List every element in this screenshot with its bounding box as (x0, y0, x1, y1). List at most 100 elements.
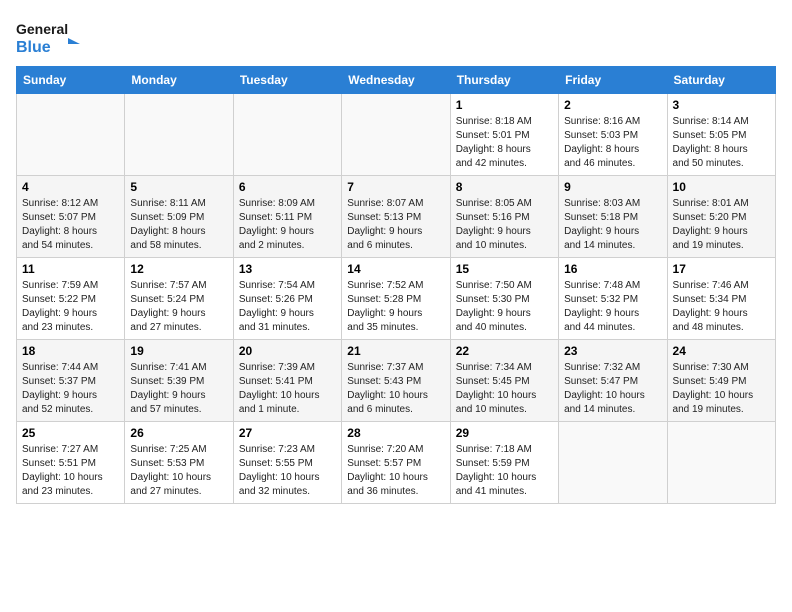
day-info: Sunrise: 7:30 AM Sunset: 5:49 PM Dayligh… (673, 361, 770, 417)
day-number: 17 (673, 262, 770, 276)
day-info: Sunrise: 8:05 AM Sunset: 5:16 PM Dayligh… (456, 197, 553, 253)
day-info: Sunrise: 8:11 AM Sunset: 5:09 PM Dayligh… (130, 197, 227, 253)
day-number: 14 (347, 262, 444, 276)
day-number: 13 (239, 262, 336, 276)
day-info: Sunrise: 7:52 AM Sunset: 5:28 PM Dayligh… (347, 279, 444, 335)
day-number: 8 (456, 180, 553, 194)
weekday-header: Saturday (667, 67, 775, 94)
day-number: 9 (564, 180, 661, 194)
day-info: Sunrise: 7:20 AM Sunset: 5:57 PM Dayligh… (347, 443, 444, 499)
day-number: 29 (456, 426, 553, 440)
calendar-cell (342, 94, 450, 176)
calendar-cell (17, 94, 125, 176)
day-number: 26 (130, 426, 227, 440)
calendar-cell (125, 94, 233, 176)
svg-text:Blue: Blue (16, 39, 51, 56)
calendar-cell: 23 Sunrise: 7:32 AM Sunset: 5:47 PM Dayli… (559, 340, 667, 422)
calendar-cell (233, 94, 341, 176)
day-info: Sunrise: 7:50 AM Sunset: 5:30 PM Dayligh… (456, 279, 553, 335)
day-number: 20 (239, 344, 336, 358)
logo: General Blue (16, 16, 86, 56)
calendar-table: SundayMondayTuesdayWednesdayThursdayFrid… (16, 66, 776, 504)
day-number: 18 (22, 344, 119, 358)
calendar-cell: 26 Sunrise: 7:25 AM Sunset: 5:53 PM Dayli… (125, 422, 233, 504)
day-number: 15 (456, 262, 553, 276)
weekday-header: Friday (559, 67, 667, 94)
day-number: 1 (456, 98, 553, 112)
page-header: General Blue (16, 16, 776, 56)
day-number: 28 (347, 426, 444, 440)
day-number: 7 (347, 180, 444, 194)
day-number: 22 (456, 344, 553, 358)
day-number: 5 (130, 180, 227, 194)
day-info: Sunrise: 7:34 AM Sunset: 5:45 PM Dayligh… (456, 361, 553, 417)
day-info: Sunrise: 7:48 AM Sunset: 5:32 PM Dayligh… (564, 279, 661, 335)
calendar-cell: 10 Sunrise: 8:01 AM Sunset: 5:20 PM Dayli… (667, 176, 775, 258)
weekday-header: Tuesday (233, 67, 341, 94)
day-number: 23 (564, 344, 661, 358)
calendar-cell: 7 Sunrise: 8:07 AM Sunset: 5:13 PM Daylig… (342, 176, 450, 258)
day-info: Sunrise: 8:07 AM Sunset: 5:13 PM Dayligh… (347, 197, 444, 253)
day-info: Sunrise: 8:09 AM Sunset: 5:11 PM Dayligh… (239, 197, 336, 253)
weekday-header: Monday (125, 67, 233, 94)
calendar-week-row: 4Sunrise: 8:12 AM Sunset: 5:07 PM Daylig… (17, 176, 776, 258)
day-number: 25 (22, 426, 119, 440)
day-info: Sunrise: 7:23 AM Sunset: 5:55 PM Dayligh… (239, 443, 336, 499)
day-number: 27 (239, 426, 336, 440)
day-number: 11 (22, 262, 119, 276)
calendar-week-row: 25 Sunrise: 7:27 AM Sunset: 5:51 PM Dayli… (17, 422, 776, 504)
calendar-week-row: 11 Sunrise: 7:59 AM Sunset: 5:22 PM Dayli… (17, 258, 776, 340)
calendar-cell: 27 Sunrise: 7:23 AM Sunset: 5:55 PM Dayli… (233, 422, 341, 504)
calendar-cell: 3Sunrise: 8:14 AM Sunset: 5:05 PM Daylig… (667, 94, 775, 176)
day-number: 24 (673, 344, 770, 358)
calendar-week-row: 18 Sunrise: 7:44 AM Sunset: 5:37 PM Dayli… (17, 340, 776, 422)
calendar-cell: 18 Sunrise: 7:44 AM Sunset: 5:37 PM Dayli… (17, 340, 125, 422)
day-info: Sunrise: 8:18 AM Sunset: 5:01 PM Dayligh… (456, 115, 553, 171)
day-info: Sunrise: 7:32 AM Sunset: 5:47 PM Dayligh… (564, 361, 661, 417)
day-info: Sunrise: 7:44 AM Sunset: 5:37 PM Dayligh… (22, 361, 119, 417)
calendar-week-row: 1 Sunrise: 8:18 AM Sunset: 5:01 PM Daylig… (17, 94, 776, 176)
day-number: 6 (239, 180, 336, 194)
day-info: Sunrise: 7:27 AM Sunset: 5:51 PM Dayligh… (22, 443, 119, 499)
calendar-cell: 2 Sunrise: 8:16 AM Sunset: 5:03 PM Daylig… (559, 94, 667, 176)
weekday-header: Sunday (17, 67, 125, 94)
calendar-cell: 22 Sunrise: 7:34 AM Sunset: 5:45 PM Dayli… (450, 340, 558, 422)
calendar-cell: 14 Sunrise: 7:52 AM Sunset: 5:28 PM Dayli… (342, 258, 450, 340)
day-info: Sunrise: 7:25 AM Sunset: 5:53 PM Dayligh… (130, 443, 227, 499)
day-info: Sunrise: 7:54 AM Sunset: 5:26 PM Dayligh… (239, 279, 336, 335)
calendar-cell: 16 Sunrise: 7:48 AM Sunset: 5:32 PM Dayli… (559, 258, 667, 340)
weekday-header: Wednesday (342, 67, 450, 94)
calendar-cell: 5 Sunrise: 8:11 AM Sunset: 5:09 PM Daylig… (125, 176, 233, 258)
day-number: 12 (130, 262, 227, 276)
calendar-header-row: SundayMondayTuesdayWednesdayThursdayFrid… (17, 67, 776, 94)
calendar-cell: 29 Sunrise: 7:18 AM Sunset: 5:59 PM Dayli… (450, 422, 558, 504)
day-info: Sunrise: 7:18 AM Sunset: 5:59 PM Dayligh… (456, 443, 553, 499)
day-number: 10 (673, 180, 770, 194)
calendar-cell: 28 Sunrise: 7:20 AM Sunset: 5:57 PM Dayli… (342, 422, 450, 504)
day-info: Sunrise: 7:46 AM Sunset: 5:34 PM Dayligh… (673, 279, 770, 335)
calendar-cell (667, 422, 775, 504)
calendar-cell: 20Sunrise: 7:39 AM Sunset: 5:41 PM Dayli… (233, 340, 341, 422)
calendar-cell: 24 Sunrise: 7:30 AM Sunset: 5:49 PM Dayli… (667, 340, 775, 422)
calendar-cell: 8 Sunrise: 8:05 AM Sunset: 5:16 PM Daylig… (450, 176, 558, 258)
svg-text:General: General (16, 21, 68, 37)
day-info: Sunrise: 7:59 AM Sunset: 5:22 PM Dayligh… (22, 279, 119, 335)
day-info: Sunrise: 7:57 AM Sunset: 5:24 PM Dayligh… (130, 279, 227, 335)
day-number: 21 (347, 344, 444, 358)
day-number: 3 (673, 98, 770, 112)
calendar-cell: 21 Sunrise: 7:37 AM Sunset: 5:43 PM Dayli… (342, 340, 450, 422)
day-number: 19 (130, 344, 227, 358)
day-info: Sunrise: 8:16 AM Sunset: 5:03 PM Dayligh… (564, 115, 661, 171)
calendar-cell (559, 422, 667, 504)
calendar-cell: 9 Sunrise: 8:03 AM Sunset: 5:18 PM Daylig… (559, 176, 667, 258)
day-info: Sunrise: 8:03 AM Sunset: 5:18 PM Dayligh… (564, 197, 661, 253)
calendar-cell: 4Sunrise: 8:12 AM Sunset: 5:07 PM Daylig… (17, 176, 125, 258)
day-info: Sunrise: 8:01 AM Sunset: 5:20 PM Dayligh… (673, 197, 770, 253)
day-info: Sunrise: 7:37 AM Sunset: 5:43 PM Dayligh… (347, 361, 444, 417)
calendar-cell: 17 Sunrise: 7:46 AM Sunset: 5:34 PM Dayli… (667, 258, 775, 340)
day-number: 2 (564, 98, 661, 112)
day-number: 16 (564, 262, 661, 276)
day-number: 4 (22, 180, 119, 194)
calendar-cell: 11 Sunrise: 7:59 AM Sunset: 5:22 PM Dayli… (17, 258, 125, 340)
calendar-cell: 25 Sunrise: 7:27 AM Sunset: 5:51 PM Dayli… (17, 422, 125, 504)
